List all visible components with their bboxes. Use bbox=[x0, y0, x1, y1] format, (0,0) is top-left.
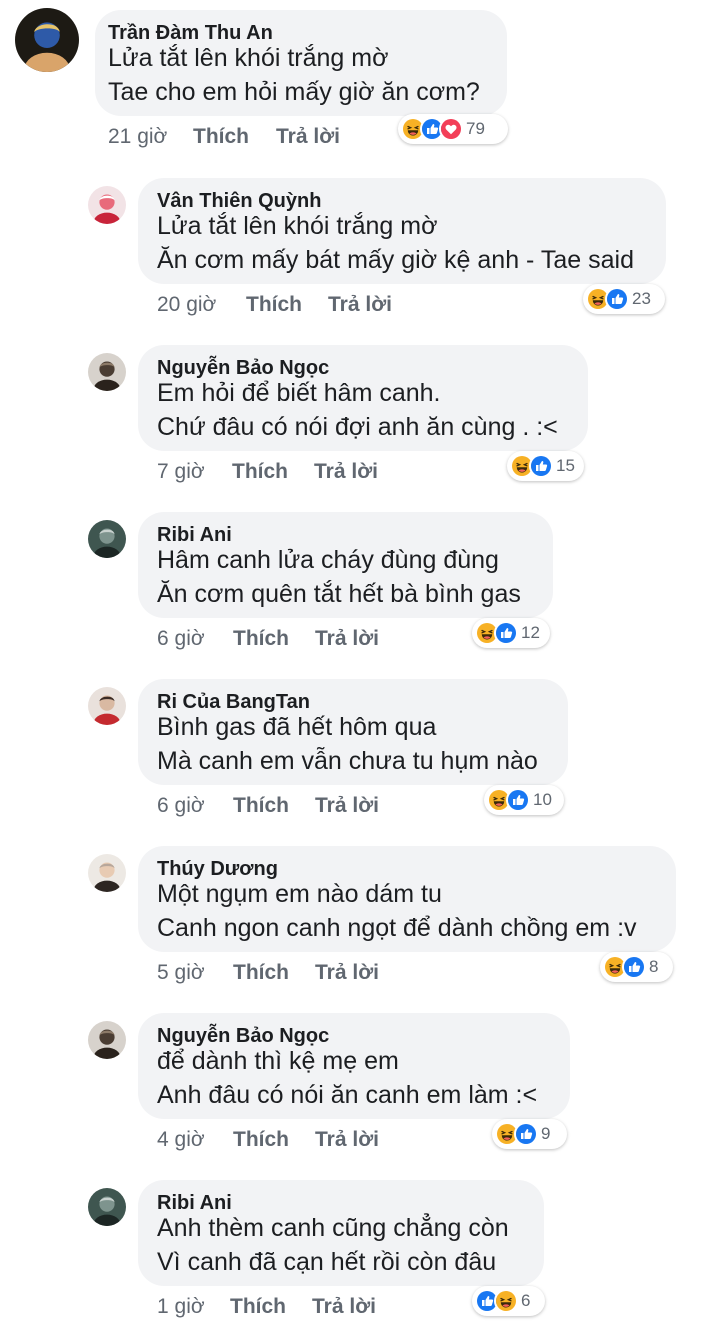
reply-button[interactable]: Trả lời bbox=[312, 1295, 376, 1319]
comment-author[interactable]: Nguyễn Bảo Ngọc bbox=[157, 357, 329, 380]
avatar-person-dark[interactable] bbox=[88, 353, 126, 391]
comment-text-line: Ăn cơm mấy bát mấy giờ kệ anh - Tae said bbox=[157, 246, 634, 274]
reaction-count: 79 bbox=[466, 119, 485, 138]
comment-meta: 7 giờ Thích Trả lời bbox=[0, 460, 720, 486]
comment-author[interactable]: Vân Thiên Quỳnh bbox=[157, 190, 321, 213]
like-icon bbox=[494, 621, 518, 645]
comment-meta: 4 giờ Thích Trả lời bbox=[0, 1128, 720, 1154]
comment-text-line: Một ngụm em nào dám tu bbox=[157, 880, 442, 908]
reply-button[interactable]: Trả lời bbox=[315, 1128, 379, 1152]
reaction-summary[interactable]: 15 bbox=[507, 451, 584, 481]
reaction-summary[interactable]: 8 bbox=[600, 952, 673, 982]
comment-author[interactable]: Trần Đàm Thu An bbox=[108, 22, 273, 45]
like-button[interactable]: Thích bbox=[233, 961, 289, 985]
like-button[interactable]: Thích bbox=[193, 125, 249, 149]
like-button[interactable]: Thích bbox=[233, 627, 289, 651]
like-icon bbox=[605, 287, 629, 311]
comment-text-line: Anh đâu có nói ăn canh em làm :< bbox=[157, 1081, 538, 1109]
comment-text-line: Lửa tắt lên khói trắng mờ bbox=[108, 44, 389, 72]
reaction-count: 23 bbox=[632, 289, 651, 308]
comment-timestamp[interactable]: 20 giờ bbox=[157, 293, 216, 317]
comment-timestamp[interactable]: 5 giờ bbox=[157, 961, 205, 985]
like-icon bbox=[529, 454, 553, 478]
avatar-pearl-earring[interactable] bbox=[15, 8, 79, 72]
comment-author[interactable]: Ri Của BangTan bbox=[157, 691, 310, 714]
reaction-summary[interactable]: 79 bbox=[398, 114, 508, 144]
like-button[interactable]: Thích bbox=[232, 460, 288, 484]
reaction-count: 8 bbox=[649, 957, 659, 976]
comment-text-line: Vì canh đã cạn hết rồi còn đâu bbox=[157, 1248, 497, 1276]
reaction-count: 15 bbox=[556, 456, 575, 475]
comment-text-line: Ăn cơm quên tắt hết bà bình gas bbox=[157, 580, 521, 608]
comment-meta: 21 giờ Thích Trả lời bbox=[0, 125, 720, 151]
like-icon bbox=[622, 955, 646, 979]
comment-text-line: Chứ đâu có nói đợi anh ăn cùng . :< bbox=[157, 413, 558, 441]
like-button[interactable]: Thích bbox=[233, 794, 289, 818]
comment-timestamp[interactable]: 1 giờ bbox=[157, 1295, 205, 1319]
comment-author[interactable]: Ribi Ani bbox=[157, 524, 232, 547]
comment-timestamp[interactable]: 4 giờ bbox=[157, 1128, 205, 1152]
comment-timestamp[interactable]: 21 giờ bbox=[108, 125, 167, 149]
haha-icon bbox=[494, 1289, 518, 1313]
reply-button[interactable]: Trả lời bbox=[315, 627, 379, 651]
comment-text-line: Lửa tắt lên khói trắng mờ bbox=[157, 212, 438, 240]
like-button[interactable]: Thích bbox=[230, 1295, 286, 1319]
reaction-count: 12 bbox=[521, 623, 540, 642]
comment-text-line: Mà canh em vẫn chưa tu hụm nào bbox=[157, 747, 538, 775]
comment-text-line: Em hỏi để biết hâm canh. bbox=[157, 379, 441, 407]
reaction-summary[interactable]: 10 bbox=[484, 785, 564, 815]
comment-meta: 6 giờ Thích Trả lời bbox=[0, 627, 720, 653]
reply-button[interactable]: Trả lời bbox=[315, 961, 379, 985]
comment-author[interactable]: Ribi Ani bbox=[157, 1192, 232, 1215]
comment-text-line: để dành thì kệ mẹ em bbox=[157, 1047, 399, 1075]
reaction-summary[interactable]: 9 bbox=[492, 1119, 567, 1149]
reaction-count: 10 bbox=[533, 790, 552, 809]
comment-text-line: Bình gas đã hết hôm qua bbox=[157, 713, 437, 741]
comment-text-line: Canh ngon canh ngọt để dành chồng em :v bbox=[157, 914, 637, 942]
comment-text-line: Tae cho em hỏi mấy giờ ăn cơm? bbox=[108, 78, 480, 106]
comment-text-line: Anh thèm canh cũng chẳng còn bbox=[157, 1214, 509, 1242]
avatar-red-floral[interactable] bbox=[88, 186, 126, 224]
comment-timestamp[interactable]: 6 giờ bbox=[157, 627, 205, 651]
reaction-summary[interactable]: 23 bbox=[583, 284, 665, 314]
love-icon bbox=[439, 117, 463, 141]
reaction-summary[interactable]: 12 bbox=[472, 618, 550, 648]
like-button[interactable]: Thích bbox=[233, 1128, 289, 1152]
reply-button[interactable]: Trả lời bbox=[315, 794, 379, 818]
reaction-summary[interactable]: 6 bbox=[472, 1286, 545, 1316]
avatar-person-dark[interactable] bbox=[88, 1021, 126, 1059]
like-button[interactable]: Thích bbox=[246, 293, 302, 317]
like-icon bbox=[506, 788, 530, 812]
like-icon bbox=[514, 1122, 538, 1146]
comment-meta: 1 giờ Thích Trả lời bbox=[0, 1295, 720, 1321]
comment-text-line: Hâm canh lửa cháy đùng đùng bbox=[157, 546, 499, 574]
avatar-person-teal[interactable] bbox=[88, 520, 126, 558]
reaction-count: 6 bbox=[521, 1291, 531, 1310]
comment-timestamp[interactable]: 6 giờ bbox=[157, 794, 205, 818]
avatar-red-cap[interactable] bbox=[88, 687, 126, 725]
comment-author[interactable]: Thúy Dương bbox=[157, 858, 278, 881]
comment-meta: 6 giờ Thích Trả lời bbox=[0, 794, 720, 820]
comment-author[interactable]: Nguyễn Bảo Ngọc bbox=[157, 1025, 329, 1048]
reply-button[interactable]: Trả lời bbox=[276, 125, 340, 149]
reply-button[interactable]: Trả lời bbox=[328, 293, 392, 317]
comment-timestamp[interactable]: 7 giờ bbox=[157, 460, 205, 484]
reply-button[interactable]: Trả lời bbox=[314, 460, 378, 484]
avatar-person-teal[interactable] bbox=[88, 1188, 126, 1226]
reaction-count: 9 bbox=[541, 1124, 551, 1143]
avatar-person-light[interactable] bbox=[88, 854, 126, 892]
